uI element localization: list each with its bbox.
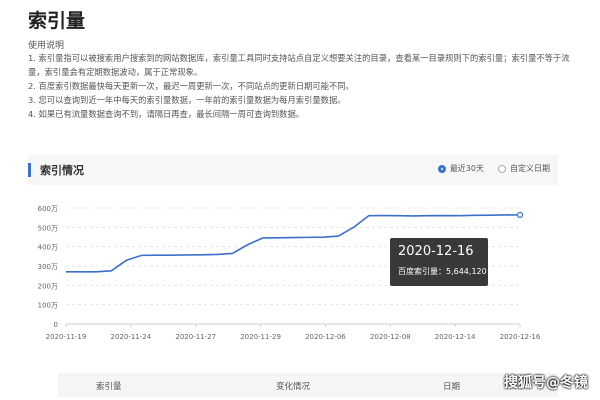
radio-unselected-icon [498, 164, 506, 173]
x-tick-label: 2020-11-27 [175, 333, 216, 341]
x-tick-label: 2020-12-16 [500, 333, 541, 341]
usage-note: 1. 索引量指可以被搜索用户搜索到的网站数据库，索引量工具同时支持站点自定义想要… [28, 53, 570, 77]
usage-heading: 使用说明 [28, 41, 65, 51]
date-range-radio-group: 最近30天 自定义日期 [437, 163, 550, 174]
panel-accent-bar [28, 163, 31, 177]
y-tick-label: 100万 [38, 302, 58, 310]
highlighted-point [516, 211, 524, 218]
y-tick-label: 200万 [38, 282, 58, 290]
y-tick-label: 600万 [38, 205, 58, 213]
x-tick-label: 2020-11-19 [46, 333, 87, 341]
x-tick-label: 2020-12-06 [305, 333, 346, 341]
column-header-date[interactable]: 日期 [443, 380, 460, 392]
y-tick-label: 300万 [38, 263, 58, 271]
x-tick-label: 2020-11-29 [240, 333, 281, 341]
tooltip-date: 2020-12-16 [398, 244, 474, 259]
radio-custom-label: 自定义日期 [510, 164, 550, 173]
radio-selected-icon [437, 164, 446, 173]
x-tick-label: 2020-12-08 [370, 333, 411, 341]
usage-notes: 1. 索引量指可以被搜索用户搜索到的网站数据库，索引量工具同时支持站点自定义想要… [28, 51, 573, 121]
index-line-chart: 0 100万 200万 300万 400万 500万 600万 2020-11-19 2020-… [38, 205, 541, 341]
watermark: 搜狐号@冬镜 [504, 375, 588, 391]
usage-note: 3. 您可以查询到近一年中每天的索引量数据，一年前的索引量数据为每月索引量数据。 [28, 95, 346, 105]
y-tick-label: 0 [54, 321, 58, 329]
radio-recent-label: 最近30天 [449, 164, 484, 173]
tooltip-value: 百度索引量：5,644,120 [398, 267, 487, 276]
x-tick-label: 2020-12-14 [435, 333, 476, 341]
index-table-header: 索引量 变化情况 日期 [58, 373, 558, 397]
column-header-change[interactable]: 变化情况 [276, 380, 310, 392]
index-panel-header: 索引情况 最近30天 自定义日期 [28, 155, 558, 185]
y-tick-label: 400万 [38, 244, 58, 252]
usage-note: 4. 如果已有流量数据查询不到，请隔日再查，最长间隔一周可查询到数据。 [28, 109, 305, 119]
x-tick-label: 2020-11-24 [111, 333, 152, 341]
y-tick-label: 500万 [38, 224, 58, 232]
radio-custom-date[interactable]: 自定义日期 [498, 163, 550, 174]
page-title: 索引量 [28, 10, 86, 32]
column-header-index[interactable]: 索引量 [96, 380, 122, 392]
radio-recent-30-days[interactable]: 最近30天 [437, 163, 484, 174]
panel-title: 索引情况 [40, 164, 84, 177]
chart-tooltip: 2020-12-16 百度索引量：5,644,120 [390, 238, 488, 286]
usage-note: 2. 百度索引数据最快每天更新一次，最迟一周更新一次，不同站点的更新日期可能不同… [28, 81, 354, 91]
